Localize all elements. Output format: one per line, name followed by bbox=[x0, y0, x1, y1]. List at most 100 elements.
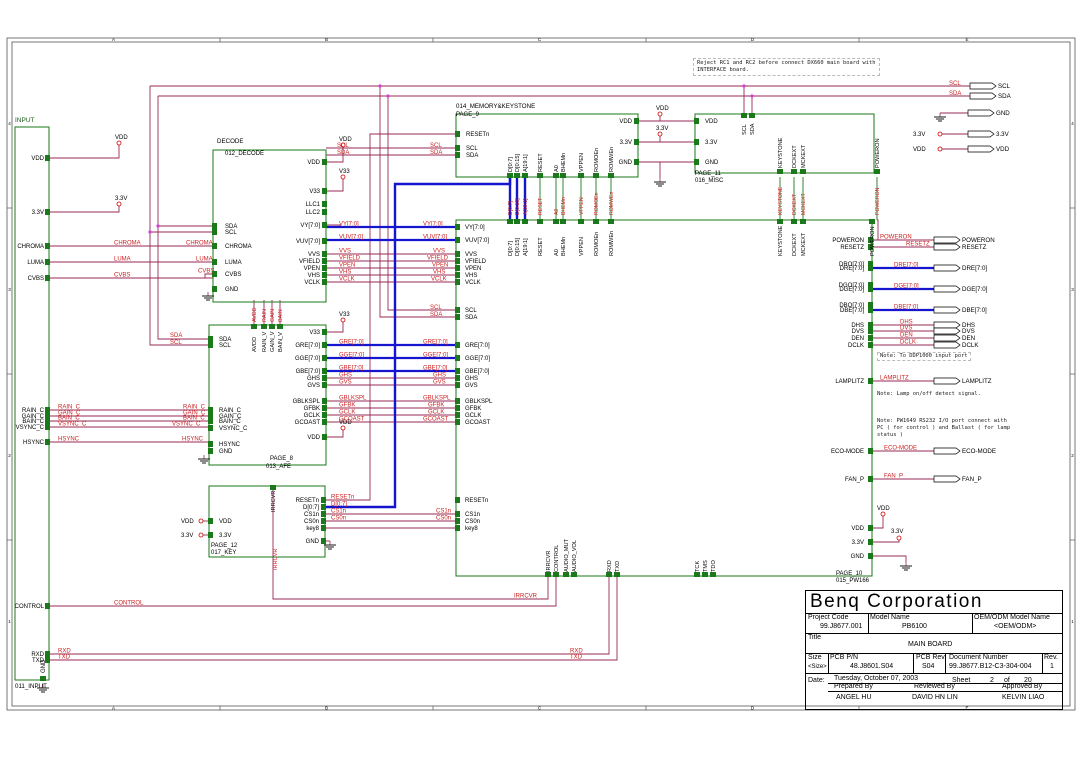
junction bbox=[378, 84, 382, 88]
afe-left-label: VSYNC_C bbox=[219, 426, 248, 432]
pw-top-label: BHEMn bbox=[561, 237, 567, 256]
pw-left-pin bbox=[455, 237, 460, 243]
junction bbox=[156, 224, 160, 228]
memory-right-label: 3.3V bbox=[620, 140, 632, 146]
afe-right-pin bbox=[322, 382, 327, 388]
pw-top-label: A[19:1] bbox=[523, 238, 529, 256]
key-vdd-label: VDD bbox=[181, 519, 194, 525]
mem-net-label: D[0:15] bbox=[515, 198, 521, 215]
key-v33-label: 3.3V bbox=[181, 533, 193, 539]
afe-left-label: BAIN_C bbox=[219, 419, 241, 425]
decode-right-pin bbox=[322, 238, 327, 244]
memory-left-label: RESETn bbox=[466, 132, 489, 138]
decode-right-label: VHS bbox=[308, 273, 320, 279]
offpage-connector bbox=[933, 327, 961, 335]
memory-left-label: SCL bbox=[466, 146, 478, 152]
pw-left-label: SDA bbox=[465, 315, 477, 321]
misc-bottom-label: MCKEXT bbox=[801, 144, 807, 168]
vdd-symbol bbox=[896, 535, 902, 541]
pw-bottom-label: IRRCVR bbox=[546, 551, 552, 572]
offpage-connector bbox=[933, 377, 961, 385]
out-net-label: DEN bbox=[900, 333, 913, 339]
row-label: 2 bbox=[8, 453, 11, 458]
input-pin bbox=[45, 275, 50, 281]
afe-top-net: GAIN bbox=[270, 309, 276, 322]
net-label-vy: VY[7:0] bbox=[339, 222, 359, 228]
net-label-ghs: GHS bbox=[339, 373, 352, 379]
pw-right-pin bbox=[868, 378, 873, 384]
pw-vdd-label: VDD bbox=[877, 506, 890, 512]
net-label-irrcvr2: IRRCVR bbox=[514, 594, 538, 600]
rev-value: 1 bbox=[1050, 663, 1054, 670]
misc-top-label: SCL bbox=[742, 124, 748, 135]
input-pin bbox=[45, 651, 50, 657]
key-footer: 017_KEY bbox=[211, 550, 236, 556]
net-label-d07: D[0:7] bbox=[331, 502, 347, 508]
offpage-label: POWERON bbox=[962, 237, 995, 244]
vdd-symbol bbox=[937, 131, 943, 137]
pcb-rev: S04 bbox=[922, 663, 935, 670]
row-label: 1 bbox=[8, 619, 11, 624]
memory-bottom-pin bbox=[553, 173, 559, 178]
net-label-hsync: HSYNC bbox=[58, 437, 80, 443]
afe-top-label: BAIN_V bbox=[278, 332, 284, 352]
input-pin bbox=[45, 209, 50, 215]
memory-left-label: SDA bbox=[466, 153, 478, 159]
afe-right-label: GRE[7:0] bbox=[295, 343, 320, 349]
pw-top-label: KEYSTONE bbox=[778, 225, 784, 256]
power-label: 3.3V bbox=[656, 126, 668, 132]
pw-right-label: FAN_P bbox=[845, 477, 864, 483]
rev-label: Rev. bbox=[1044, 654, 1058, 661]
offpage-connector bbox=[933, 475, 961, 483]
decode-right-pin bbox=[322, 188, 327, 194]
afe-top-pin bbox=[269, 324, 275, 329]
decode-left-pin bbox=[212, 243, 217, 249]
key-left-pin bbox=[208, 532, 213, 538]
offpage-label: LAMPLITZ bbox=[962, 378, 992, 385]
input-pin-label: VSYNC_C bbox=[16, 425, 45, 431]
net-label-vclk: VCLK bbox=[339, 277, 355, 283]
vdd-wire bbox=[49, 145, 120, 159]
row-label: 4 bbox=[1071, 121, 1074, 126]
decode-right-label: VUV[7:0] bbox=[296, 239, 320, 245]
afe-right-pin bbox=[322, 375, 327, 381]
pw-left-pin bbox=[455, 497, 460, 503]
offpage-label: SCL bbox=[998, 83, 1011, 90]
memory-bottom-label: ROMOEn bbox=[594, 148, 600, 172]
memory-bottom-label: D[0:7] bbox=[508, 157, 514, 172]
pw-right-pin bbox=[868, 286, 873, 292]
power-label: VDD bbox=[115, 135, 128, 141]
vdd-symbol bbox=[657, 111, 663, 117]
input-pin bbox=[45, 439, 50, 445]
sda-main bbox=[157, 96, 209, 340]
offpage-connector bbox=[933, 341, 961, 349]
memory-page: PAGE_9 bbox=[456, 112, 480, 118]
memory-bottom-pin bbox=[560, 173, 566, 178]
offpage-connector bbox=[933, 447, 961, 455]
key-left-pin bbox=[208, 518, 213, 524]
pw-left-pin bbox=[455, 518, 460, 524]
input-pin-label: HSYNC bbox=[23, 440, 45, 446]
offpage-connector bbox=[933, 236, 961, 244]
pw-top-pin bbox=[507, 219, 513, 224]
memory-bottom-label: A0 bbox=[554, 165, 560, 172]
memory-bottom-pin bbox=[507, 173, 513, 178]
key-right-label: CS1n bbox=[304, 512, 319, 518]
sheet-title: MAIN BOARD bbox=[908, 641, 953, 648]
decode-right-pin bbox=[322, 279, 327, 285]
offpage-connector bbox=[933, 306, 961, 314]
memory-right-pin bbox=[634, 159, 639, 165]
input-footer: 011_INPUT bbox=[15, 683, 47, 690]
size-value: <Size> bbox=[808, 664, 827, 670]
afe-top-label: GAIN_V bbox=[270, 331, 276, 352]
row-label: 4 bbox=[8, 121, 11, 126]
net-label-vfield: VFIELD bbox=[339, 256, 361, 262]
net-label2-gbe: GBE[7:0] bbox=[423, 366, 448, 372]
pw-right-label: RESETZ bbox=[840, 245, 864, 251]
misc-block bbox=[694, 113, 875, 174]
pw-left-label: VHS bbox=[465, 273, 477, 279]
pw-left-label: GHS bbox=[465, 376, 478, 382]
decode-left-label: LUMA bbox=[225, 260, 242, 266]
row-label: 1 bbox=[1071, 619, 1074, 624]
poweron-up bbox=[877, 219, 879, 240]
